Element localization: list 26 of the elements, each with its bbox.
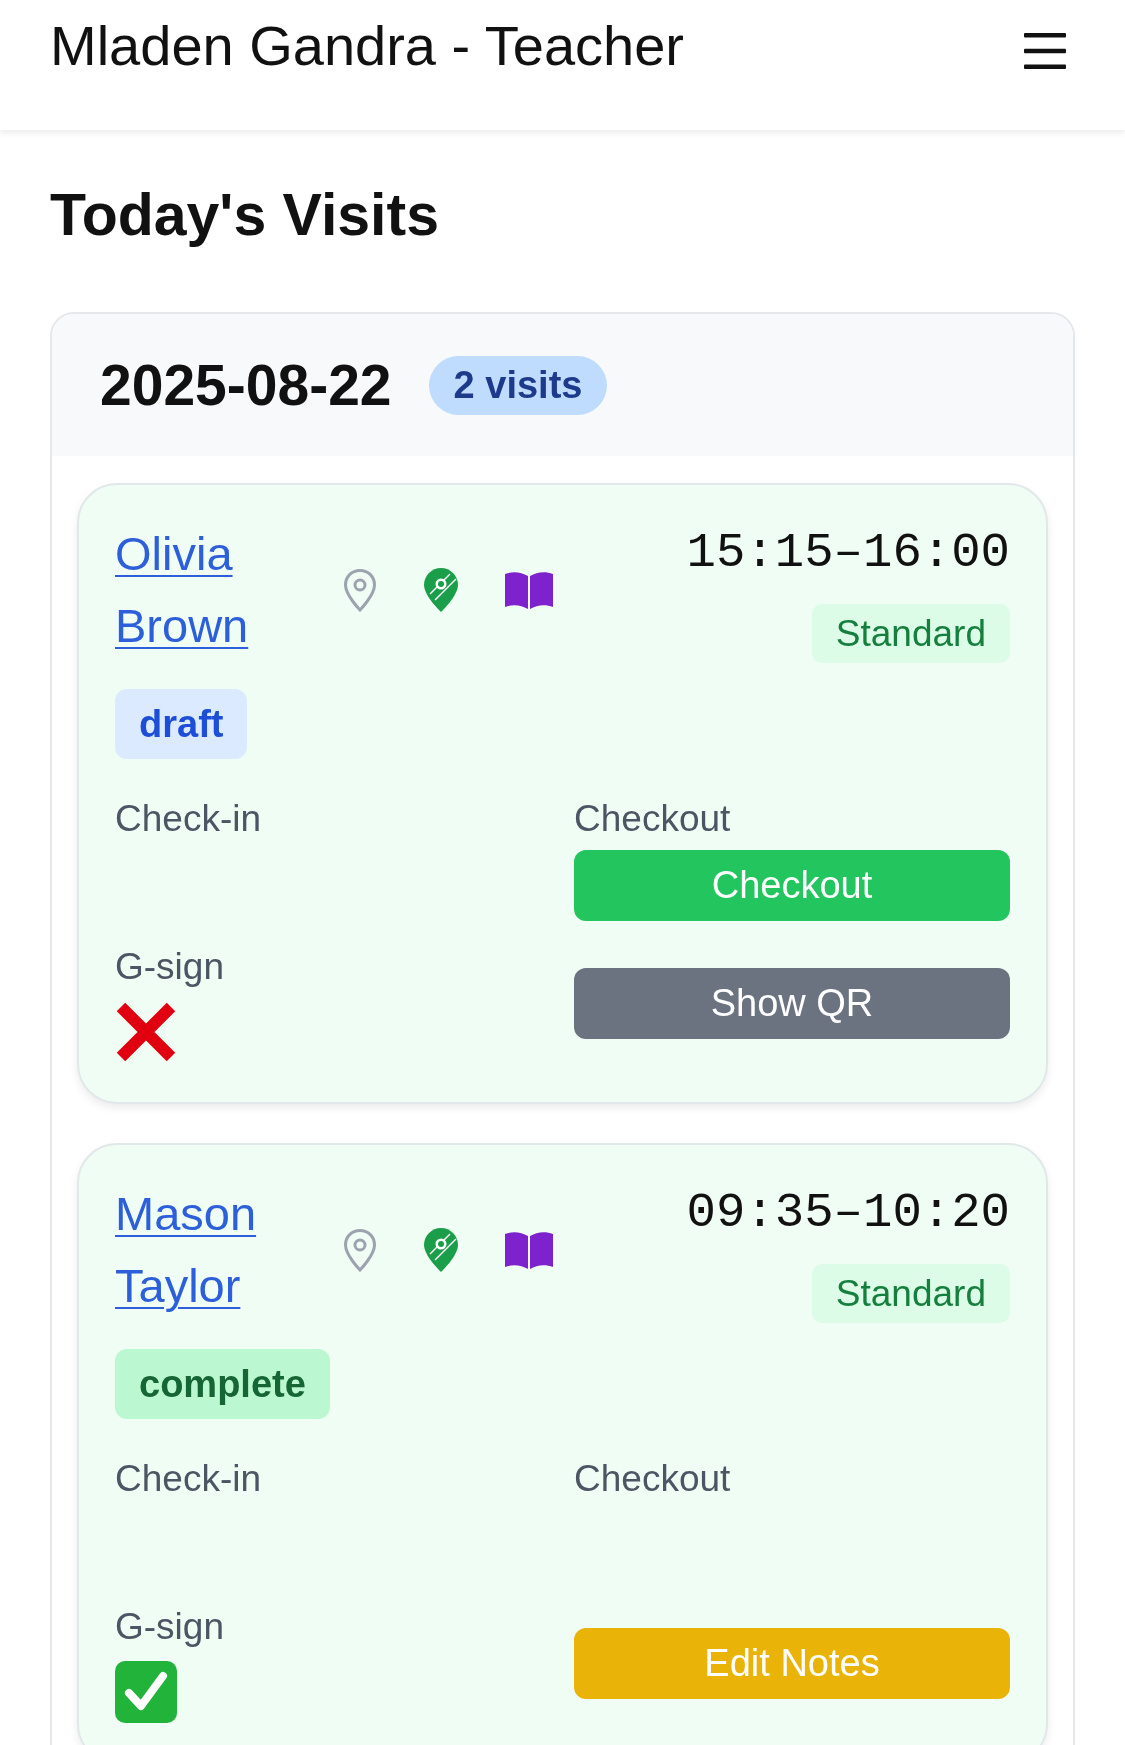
status-badge: draft [115, 689, 248, 759]
show-qr-button[interactable]: Show QR [574, 968, 1010, 1039]
g-sign-label: G-sign [115, 945, 225, 989]
book-icon[interactable] [504, 1230, 554, 1270]
checkout-label: Checkout [574, 1457, 732, 1501]
student-link[interactable]: Olivia Brown [115, 518, 315, 662]
book-icon[interactable] [504, 570, 554, 610]
lesson-type-badge: Standard [811, 604, 1010, 663]
menu-icon[interactable] [1024, 33, 1066, 69]
student-link[interactable]: Mason Taylor [115, 1178, 315, 1322]
visit-count-badge: 2 visits [428, 355, 608, 415]
map-pin-icon[interactable] [423, 567, 459, 613]
status-badge: complete [115, 1349, 330, 1419]
map-pin-icon[interactable] [423, 1227, 459, 1273]
time-range: 15:15–16:00 [686, 525, 1010, 581]
checkout-label: Checkout [574, 797, 732, 841]
g-sign-label: G-sign [115, 1605, 225, 1649]
page-heading: Today's Visits [50, 181, 440, 249]
check-in-label: Check-in [115, 1457, 262, 1501]
date-label: 2025-08-22 [100, 353, 392, 417]
lesson-type-badge: Standard [811, 1264, 1010, 1323]
check-in-label: Check-in [115, 797, 262, 841]
location-pin-icon[interactable] [342, 568, 378, 612]
location-pin-icon[interactable] [342, 1228, 378, 1272]
time-range: 09:35–10:20 [686, 1185, 1010, 1241]
app-title: Mladen Gandra - Teacher [50, 13, 684, 79]
